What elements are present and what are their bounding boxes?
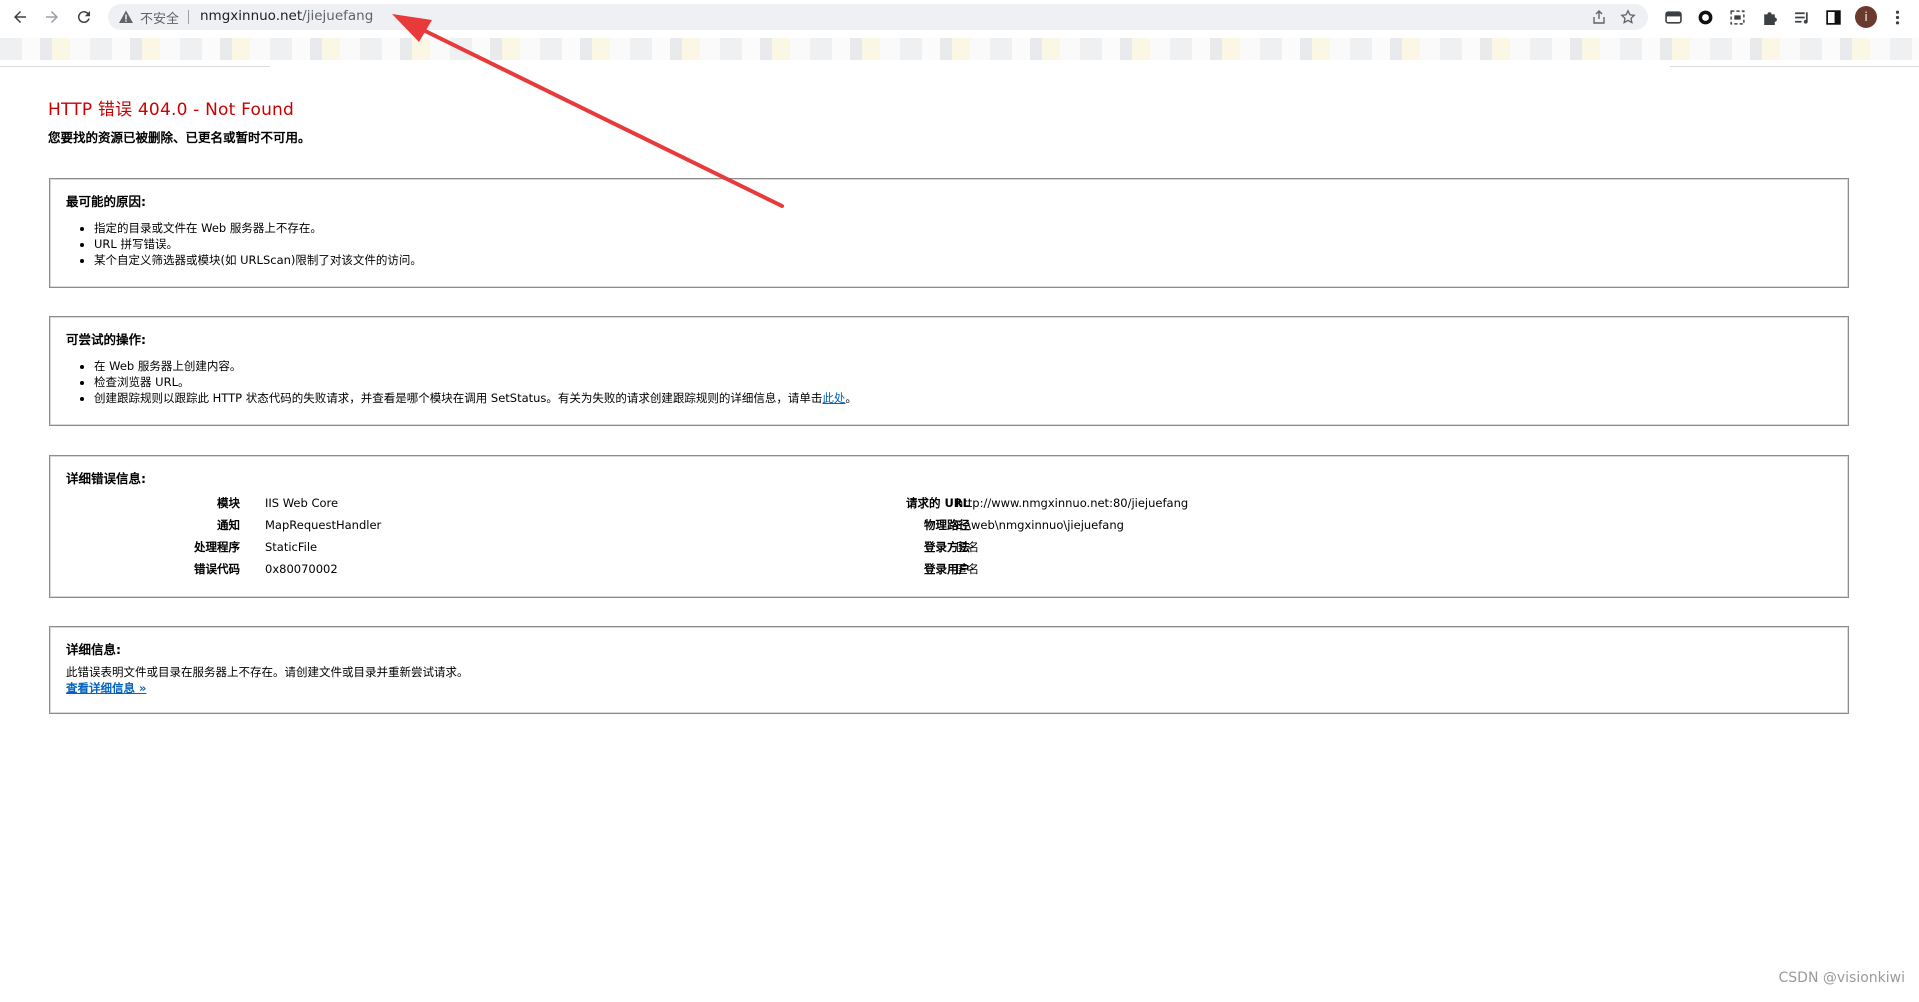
causes-box: 最可能的原因: 指定的目录或文件在 Web 服务器上不存在。 URL 拼写错误。… bbox=[49, 178, 1849, 288]
forward-arrow-icon bbox=[46, 11, 58, 23]
address-separator bbox=[188, 10, 189, 24]
url-host: nmgxinnuo.net bbox=[200, 8, 303, 24]
info-key-physical-path: 物理路径 bbox=[924, 518, 970, 532]
actions-heading: 可尝试的操作: bbox=[66, 332, 146, 347]
info-key-request-url: 请求的 URL bbox=[905, 496, 970, 510]
forward-button[interactable] bbox=[40, 5, 64, 29]
more-info-link[interactable]: 查看详细信息 » bbox=[66, 681, 146, 695]
side-panel-icon[interactable] bbox=[1823, 7, 1843, 27]
watermark: CSDN @visionkiwi bbox=[1778, 970, 1906, 986]
info-key-handler: 处理程序 bbox=[194, 540, 240, 554]
more-info-box: 详细信息: 此错误表明文件或目录在服务器上不存在。请创建文件或目录并重新尝试请求… bbox=[49, 626, 1849, 714]
trace-rule-text: 创建跟踪规则以跟踪此 HTTP 状态代码的失败请求，并查看是哪个模块在调用 Se… bbox=[94, 391, 823, 405]
actions-box: 可尝试的操作: 在 Web 服务器上创建内容。 检查浏览器 URL。 创建跟踪规… bbox=[49, 316, 1849, 426]
info-key-notification: 通知 bbox=[217, 518, 240, 532]
extensions-puzzle-icon[interactable] bbox=[1759, 7, 1779, 27]
info-key-logon-user: 登录用户 bbox=[924, 562, 970, 576]
actions-list: 在 Web 服务器上创建内容。 检查浏览器 URL。 创建跟踪规则以跟踪此 HT… bbox=[66, 358, 1832, 406]
url-text[interactable]: nmgxinnuo.net/jiejuefang bbox=[200, 8, 373, 24]
profile-avatar[interactable]: i bbox=[1855, 6, 1877, 28]
info-value-error-code: 0x80070002 bbox=[265, 562, 338, 576]
more-info-text: 此错误表明文件或目录在服务器上不存在。请创建文件或目录并重新尝试请求。 bbox=[66, 665, 469, 679]
divider bbox=[0, 66, 270, 67]
reload-icon bbox=[77, 11, 90, 24]
list-item: 检查浏览器 URL。 bbox=[94, 374, 1832, 390]
error-info-heading: 详细错误信息: bbox=[66, 471, 146, 486]
info-value-logon-user: 匿名 bbox=[956, 562, 979, 576]
tab-search-icon[interactable] bbox=[1663, 7, 1683, 27]
extension-circle-icon[interactable] bbox=[1695, 7, 1715, 27]
warning-icon bbox=[119, 10, 133, 23]
trace-rule-link[interactable]: 此处 bbox=[822, 391, 845, 405]
bookmark-star-icon[interactable] bbox=[1620, 9, 1636, 25]
info-value-notification: MapRequestHandler bbox=[265, 518, 382, 532]
back-arrow-icon bbox=[14, 11, 26, 23]
error-info-grid: 模块 IIS Web Core 通知 MapRequestHandler 处理程… bbox=[50, 492, 1830, 582]
causes-heading: 最可能的原因: bbox=[66, 194, 146, 209]
back-button[interactable] bbox=[8, 5, 32, 29]
extension-screenshot-icon[interactable] bbox=[1727, 7, 1747, 27]
info-key-module: 模块 bbox=[217, 496, 240, 510]
info-key-logon-method: 登录方法 bbox=[924, 540, 970, 554]
info-value-logon-method: 匿名 bbox=[956, 540, 979, 554]
error-subtitle: 您要找的资源已被删除、已更名或暂时不可用。 bbox=[48, 130, 311, 145]
url-path: /jiejuefang bbox=[302, 8, 374, 24]
share-icon[interactable] bbox=[1591, 9, 1607, 25]
browser-toolbar: 不安全 nmgxinnuo.net/jiejuefang i bbox=[0, 0, 1919, 34]
list-item: 某个自定义筛选器或模块(如 URLScan)限制了对该文件的访问。 bbox=[94, 252, 1832, 268]
bookmarks-bar-blurred bbox=[0, 38, 1919, 60]
more-info-heading: 详细信息: bbox=[66, 642, 121, 657]
list-item: 创建跟踪规则以跟踪此 HTTP 状态代码的失败请求，并查看是哪个模块在调用 Se… bbox=[94, 390, 1832, 406]
causes-list: 指定的目录或文件在 Web 服务器上不存在。 URL 拼写错误。 某个自定义筛选… bbox=[66, 220, 1832, 268]
list-item: 在 Web 服务器上创建内容。 bbox=[94, 358, 1832, 374]
menu-kebab-icon[interactable] bbox=[1887, 7, 1907, 27]
info-value-physical-path: E:\web\nmgxinnuo\jiejuefang bbox=[956, 518, 1124, 532]
info-value-request-url: http://www.nmgxinnuo.net:80/jiejuefang bbox=[956, 496, 1189, 510]
error-info-box: 详细错误信息: 模块 IIS Web Core 通知 MapRequestHan… bbox=[49, 455, 1849, 598]
insecure-label: 不安全 bbox=[140, 12, 180, 27]
reading-list-icon[interactable] bbox=[1791, 7, 1811, 27]
list-item: 指定的目录或文件在 Web 服务器上不存在。 bbox=[94, 220, 1832, 236]
info-key-error-code: 错误代码 bbox=[194, 562, 240, 576]
info-value-module: IIS Web Core bbox=[265, 496, 339, 510]
trace-rule-end: 。 bbox=[845, 391, 857, 405]
error-title: HTTP 错误 404.0 - Not Found bbox=[48, 100, 295, 120]
list-item: URL 拼写错误。 bbox=[94, 236, 1832, 252]
divider bbox=[1670, 66, 1919, 67]
info-value-handler: StaticFile bbox=[265, 540, 318, 554]
reload-button[interactable] bbox=[72, 5, 96, 29]
address-bar[interactable]: 不安全 nmgxinnuo.net/jiejuefang bbox=[108, 4, 1648, 30]
